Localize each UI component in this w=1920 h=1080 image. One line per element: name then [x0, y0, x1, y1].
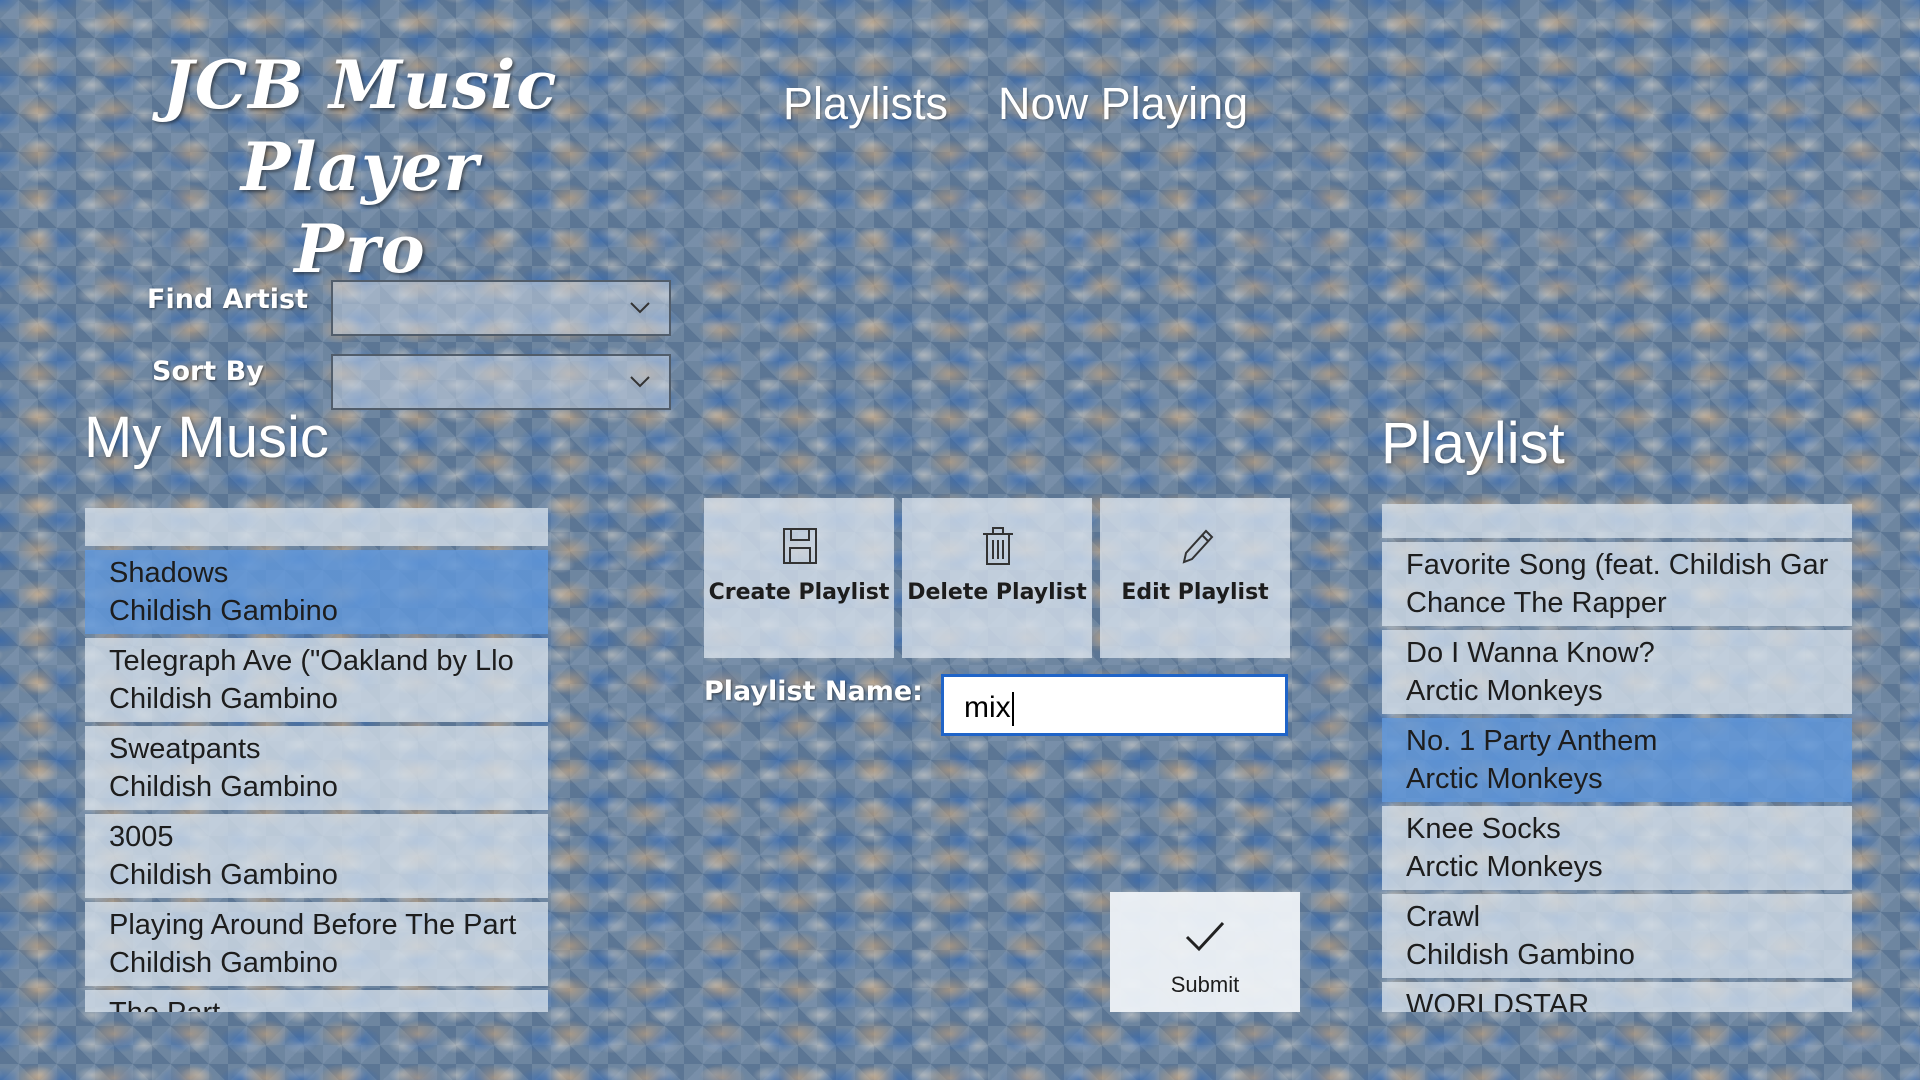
chevron-down-icon: [630, 302, 650, 314]
edit-playlist-label: Edit Playlist: [1121, 580, 1269, 605]
top-nav: Playlists Now Playing: [783, 78, 1248, 130]
list-item[interactable]: Childish Gambino: [85, 508, 548, 546]
submit-button[interactable]: Submit: [1110, 892, 1300, 1012]
playlist-name-value: mix: [964, 691, 1011, 724]
song-artist: Arctic Monkeys: [1406, 675, 1603, 707]
pencil-icon: [1182, 529, 1214, 564]
trash-icon: [983, 527, 1013, 565]
list-item[interactable]: The Part: [85, 990, 548, 1012]
list-item[interactable]: Crawl Childish Gambino: [1382, 894, 1852, 978]
list-item[interactable]: Favorite Song (feat. Childish Gar Chance …: [1382, 542, 1852, 626]
song-title: Knee Socks: [1406, 813, 1561, 845]
list-item[interactable]: Telegraph Ave ("Oakland by Llo Childish G…: [85, 638, 548, 722]
song-artist: Childish Gambino: [109, 947, 338, 979]
app-title-line1: JCB Music Player: [162, 46, 558, 206]
song-title: Do I Wanna Know?: [1406, 637, 1655, 669]
list-item[interactable]: No. 1 Party Anthem Arctic Monkeys: [1382, 718, 1852, 802]
song-artist: Childish Gambino: [1406, 939, 1635, 971]
song-artist: Childish Gambino: [109, 683, 338, 715]
app-logo: JCB Music Player Pro: [50, 44, 670, 290]
delete-playlist-button[interactable]: Delete Playlist: [902, 498, 1092, 658]
list-item[interactable]: 3005 Childish Gambino: [85, 814, 548, 898]
my-music-title: My Music: [84, 405, 329, 470]
chevron-down-icon: [630, 376, 650, 388]
playlist-name-input[interactable]: mix: [941, 674, 1288, 736]
list-item[interactable]: Playing Around Before The Part Childish G…: [85, 902, 548, 986]
song-title: Playing Around Before The Part: [109, 909, 517, 941]
song-title: 3005: [109, 821, 174, 853]
list-item[interactable]: Do I Wanna Know? Arctic Monkeys: [1382, 630, 1852, 714]
song-title: Shadows: [109, 557, 229, 589]
song-artist: Arctic Monkeys: [1406, 851, 1603, 883]
text-caret: [1011, 692, 1014, 727]
sort-by-dropdown[interactable]: [331, 354, 671, 410]
delete-playlist-label: Delete Playlist: [907, 580, 1087, 605]
list-item[interactable]: Sweatpants Childish Gambino: [85, 726, 548, 810]
app-title-line2: Pro: [294, 210, 426, 288]
song-title: Telegraph Ave ("Oakland by Llo: [109, 645, 514, 677]
submit-label: Submit: [1170, 972, 1240, 997]
list-item[interactable]: WORLDSTAR: [1382, 982, 1852, 1012]
playlist-name-label: Playlist Name:: [704, 676, 923, 707]
song-artist: Arctic Monkeys: [1406, 763, 1603, 795]
nav-playlists[interactable]: Playlists: [783, 78, 948, 130]
nav-now-playing[interactable]: Now Playing: [998, 78, 1248, 130]
song-artist: Childish Gambino: [109, 771, 338, 803]
song-artist: Childish Gambino: [109, 859, 338, 891]
sort-by-label: Sort By: [152, 356, 264, 387]
create-playlist-label: Create Playlist: [708, 580, 890, 605]
checkmark-icon: [1185, 921, 1225, 952]
list-item[interactable]: Chance The Rapper: [1382, 504, 1852, 538]
song-title: Sweatpants: [109, 733, 261, 765]
save-icon: [783, 528, 817, 564]
edit-playlist-button[interactable]: Edit Playlist: [1100, 498, 1290, 658]
song-title: Crawl: [1406, 901, 1481, 933]
my-music-list[interactable]: Childish GambinoShadowsChildish GambinoT…: [85, 508, 548, 1012]
song-artist: Childish Gambino: [109, 595, 338, 627]
list-item[interactable]: Shadows Childish Gambino: [85, 550, 548, 634]
song-title: Favorite Song (feat. Childish Gar: [1406, 549, 1829, 581]
playlist-list[interactable]: Chance The RapperFavorite Song (feat. Ch…: [1382, 504, 1852, 1012]
playlist-title: Playlist: [1381, 411, 1565, 476]
create-playlist-button[interactable]: Create Playlist: [704, 498, 894, 658]
list-item[interactable]: Knee Socks Arctic Monkeys: [1382, 806, 1852, 890]
song-title: No. 1 Party Anthem: [1406, 725, 1658, 757]
song-artist: Chance The Rapper: [1406, 587, 1667, 619]
song-title: WORLDSTAR: [1406, 989, 1590, 1012]
song-title: The Part: [109, 994, 548, 1012]
find-artist-dropdown[interactable]: [331, 280, 671, 336]
find-artist-label: Find Artist: [147, 284, 308, 315]
